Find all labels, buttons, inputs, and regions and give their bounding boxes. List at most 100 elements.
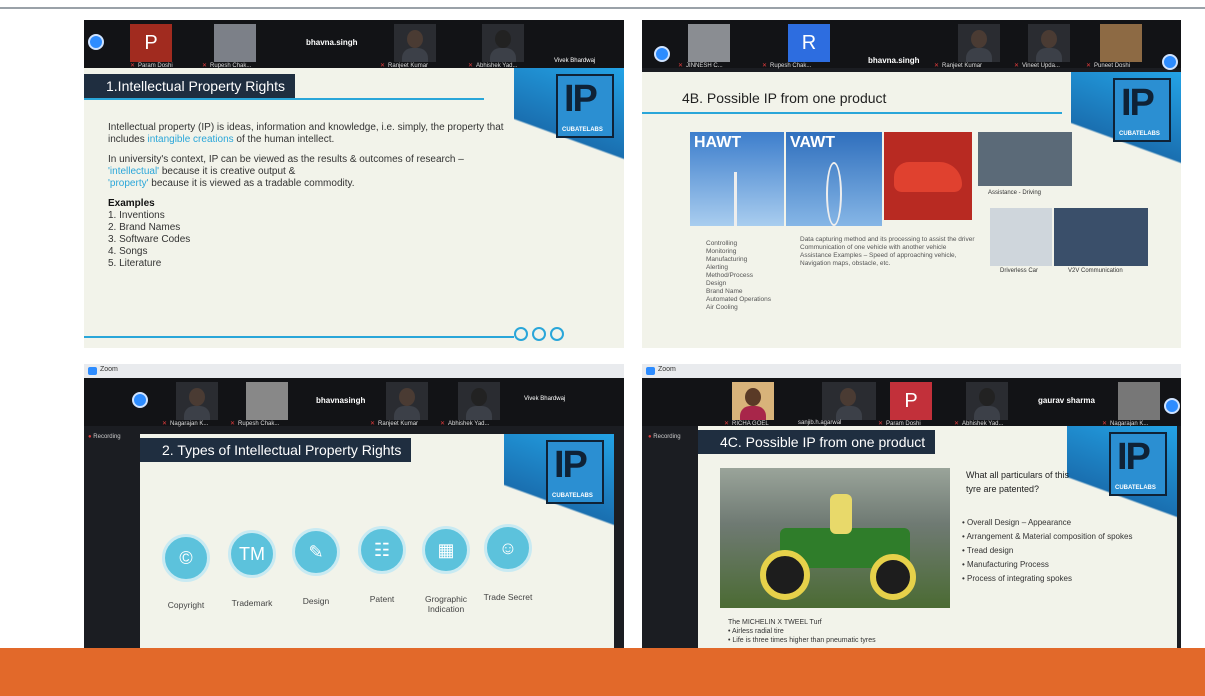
record-dot-icon: ● [88, 434, 92, 440]
participant-video [386, 382, 428, 420]
image-caption: Assistance - Driving [988, 190, 1042, 196]
host-name: bhavna.singh [306, 38, 358, 47]
participant-video [966, 382, 1008, 420]
recording-indicator: ● Recording [648, 434, 681, 440]
list-item: Controlling [706, 240, 738, 247]
participant-strip: ✕ RICHA GOEL sanjib.h.agarwal P ✕ Param Do… [642, 378, 1181, 427]
right-participant-name: Vivek Bhardwaj [524, 396, 566, 402]
driving-assist-image [978, 132, 1072, 186]
footer-line [84, 336, 514, 338]
list-item: Brand Name [706, 288, 743, 295]
ip-logo: IP CUBATELABS [1113, 78, 1171, 142]
ipr-type-label: Trademark [231, 598, 273, 608]
context-paragraph: In university's context, IP can be viewe… [108, 154, 464, 189]
prev-page-icon[interactable] [88, 34, 104, 50]
record-dot-icon: ● [648, 434, 652, 440]
hawt-turbine-image: HAWT [690, 132, 784, 226]
list-item: Communication of one vehicle with anothe… [800, 244, 947, 251]
participant-video [458, 382, 500, 420]
participant-video [394, 24, 436, 62]
participant-name: ✕ Nagarajan K... [162, 421, 209, 427]
muted-mic-icon: ✕ [1014, 63, 1020, 69]
avatar-letter: R [801, 31, 817, 54]
patent-icon: ☷ [358, 526, 406, 574]
list-item: • Arrangement & Material composition of … [962, 532, 1133, 541]
footer-accent-bar [0, 648, 1205, 696]
slide-page: P ✕ Param Doshi ✕ Rupesh Chak... bhavna.si… [0, 0, 1205, 696]
feature-list: • Overall Design – Appearance • Arrangem… [962, 516, 1162, 586]
right-participant-name: Vivek Bhardwaj [554, 58, 596, 64]
list-item: Monitoring [706, 248, 737, 255]
slide-body: Intellectual property (IP) is ideas, inf… [108, 122, 538, 270]
window-title: Zoom [100, 366, 118, 373]
tyre-caption: The MICHELIN X TWEEL Turf • Airless radi… [728, 618, 908, 645]
participant-video [1100, 24, 1142, 62]
participant-video [176, 382, 218, 420]
participant-name: ✕ Puneet Doshi [1086, 63, 1131, 69]
list-item: Manufacturing [706, 256, 748, 263]
list-item: • Life is three times higher than pneuma… [728, 637, 876, 644]
zoom-photo-product-ip: ✕ JINNESH C... R ✕ Rupesh Chak... bhavna.s… [642, 20, 1181, 348]
design-icon: ✎ [292, 528, 340, 576]
slide-title: 4B. Possible IP from one product [682, 90, 887, 106]
logo-subtitle: CUBATELABS [1119, 131, 1160, 137]
muted-mic-icon: ✕ [678, 63, 684, 69]
muted-mic-icon: ✕ [1086, 63, 1092, 69]
image-caption: Driverless Car [1000, 268, 1039, 274]
avatar-letter: P [144, 31, 158, 54]
title-underline [84, 98, 484, 100]
host-name: gaurav sharma [1038, 396, 1095, 405]
shared-slide: 4B. Possible IP from one product IP CUBAT… [642, 72, 1181, 348]
participant-video [246, 382, 288, 420]
next-page-icon[interactable] [1162, 54, 1178, 70]
ip-logo: IP CUBATELABS [546, 440, 604, 504]
participant-strip: P ✕ Param Doshi ✕ Rupesh Chak... bhavna.si… [84, 20, 624, 69]
list-item: Design [706, 280, 727, 287]
list-item: Method/Process [706, 272, 753, 279]
logo-subtitle: CUBATELABS [552, 493, 593, 499]
list-item: 4. Songs [108, 246, 148, 257]
vawt-turbine-image: VAWT [786, 132, 882, 226]
participant-name: ✕ Ranjeet Kumar [370, 421, 419, 427]
definition-paragraph: Intellectual property (IP) is ideas, inf… [108, 122, 504, 145]
next-page-icon[interactable] [1164, 398, 1180, 414]
participant-strip: ✕ Nagarajan K... ✕ Rupesh Chak... bhavnasi… [84, 378, 624, 427]
avatar-letter: P [904, 389, 918, 412]
participant-video [482, 24, 524, 62]
muted-mic-icon: ✕ [162, 421, 168, 427]
avatar: P [130, 24, 172, 62]
muted-mic-icon: ✕ [370, 421, 376, 427]
participant-video [822, 382, 876, 420]
list-item: Automated Operations [706, 296, 772, 303]
participant-video [1028, 24, 1070, 62]
examples-heading: Examples [108, 198, 155, 209]
ipr-type-label: Trade Secret [483, 592, 533, 602]
participant-video [1118, 382, 1160, 420]
prev-page-icon[interactable] [654, 46, 670, 62]
participant-name: ✕ JINNESH C... [678, 63, 723, 69]
logo-text: IP [564, 78, 598, 120]
list-item: Air Cooling [706, 304, 738, 311]
participant-video [732, 382, 774, 420]
use-list: Controlling Monitoring Manufacturing Ale… [706, 240, 786, 312]
slide-title: 4C. Possible IP from one product [698, 430, 936, 454]
image-caption: V2V Communication [1068, 268, 1123, 274]
driverless-car-image [990, 208, 1052, 266]
sports-car-image [884, 132, 972, 220]
logo-text: IP [1117, 436, 1151, 478]
copyright-icon: © [162, 534, 210, 582]
v2v-image [1054, 208, 1148, 266]
slide-title: 2. Types of Intellectual Property Rights [140, 438, 412, 462]
participant-name: ✕ Rupesh Chak... [230, 421, 280, 427]
recording-indicator: ● Recording [88, 434, 121, 440]
trademark-icon: TM [228, 530, 276, 578]
feature-list: Data capturing method and its processing… [800, 236, 980, 268]
logo-text: IP [1121, 82, 1155, 124]
question-text: What all particulars of this tyre are pa… [966, 470, 1070, 494]
top-divider [0, 7, 1205, 9]
prev-page-icon[interactable] [132, 392, 148, 408]
list-item: 5. Literature [108, 258, 162, 269]
list-item: • Overall Design – Appearance [962, 518, 1072, 527]
list-item: • Manufacturing Process [962, 560, 1049, 569]
window-title: Zoom [658, 366, 676, 373]
